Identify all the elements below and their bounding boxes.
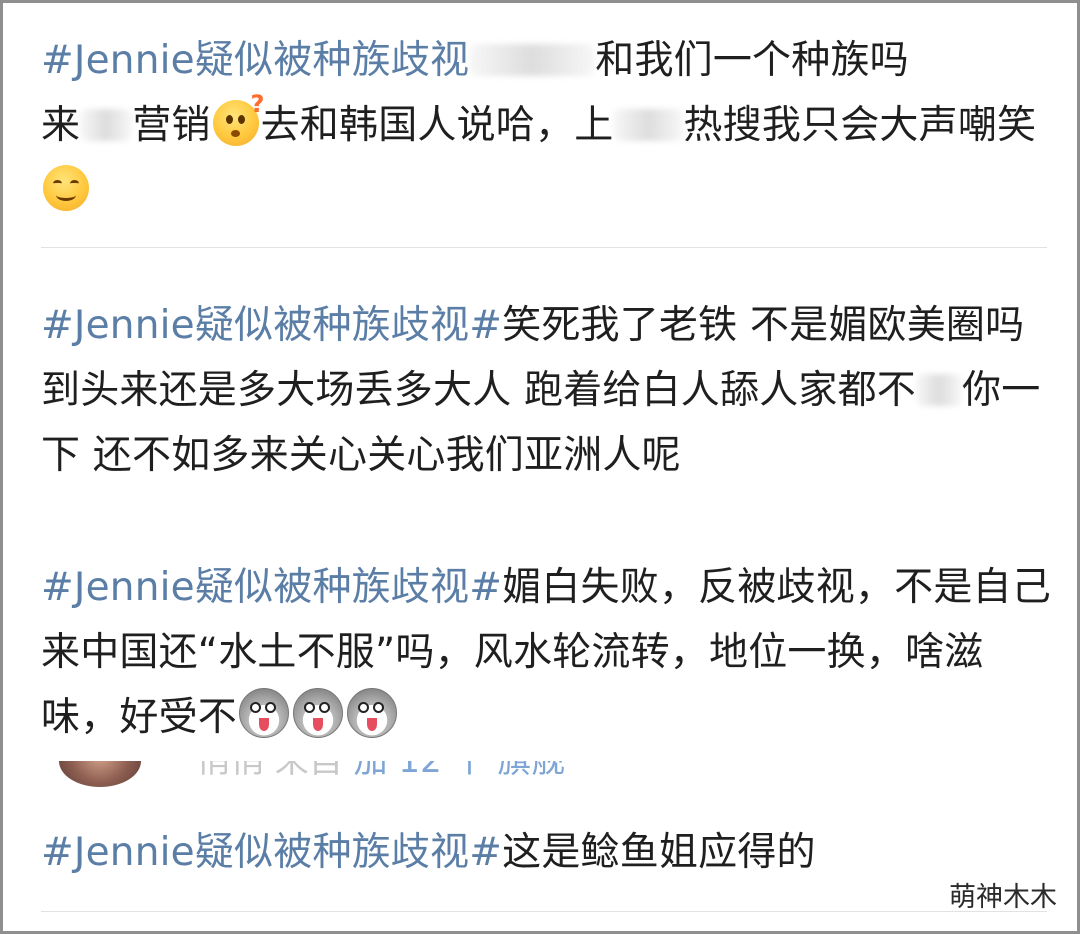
comment-text: 来 (41, 103, 81, 148)
screenshot-frame: #Jennie疑似被种族歧视 和我们一个种族吗 来 营销? 去和韩国人说哈，上 热搜我只… (0, 0, 1080, 934)
comment-2: #Jennie疑似被种族歧视#笑死我了老铁 不是媚欧美圈吗 到头来还是多大场丢多… (41, 293, 1051, 488)
hashtag-link[interactable]: #Jennie疑似被种族歧视# (41, 303, 502, 348)
comment-text: 营销 (132, 103, 211, 148)
cut-off-user-row: 悄悄 来自 加 12 个 旗舰 (41, 761, 1041, 791)
confused-face-icon: ? (212, 92, 264, 146)
blurred-text (80, 109, 133, 141)
comment-text: 热搜我只会大声嘲笑 (683, 103, 1037, 148)
comment-text: 去和韩国人说哈，上 (260, 103, 614, 148)
watermark: 萌神木木 (949, 882, 1057, 913)
hashtag-link[interactable]: #Jennie疑似被种族歧视# (41, 565, 502, 610)
divider (41, 911, 1047, 912)
divider (41, 247, 1047, 248)
hashtag-link[interactable]: #Jennie疑似被种族歧视 (41, 38, 469, 83)
comment-text: 和我们一个种族吗 (595, 38, 909, 83)
avatar (59, 761, 141, 787)
comment-3: #Jennie疑似被种族歧视#媚白失败，反被歧视，不是自己来中国还“水土不服”吗… (41, 555, 1051, 750)
smile-face-icon (43, 165, 89, 211)
hashtag-link[interactable]: #Jennie疑似被种族歧视# (41, 830, 502, 875)
husky-dog-icon (347, 688, 398, 738)
user-meta-text: 悄悄 来自 加 12 个 旗舰 (196, 761, 566, 781)
comment-4: #Jennie疑似被种族歧视#这是鲶鱼姐应得的 (41, 820, 1051, 885)
husky-dog-icon (293, 688, 344, 738)
husky-dog-icon (239, 688, 290, 738)
blurred-text (916, 374, 962, 406)
blurred-text (469, 44, 596, 76)
comment-1: #Jennie疑似被种族歧视 和我们一个种族吗 来 营销? 去和韩国人说哈，上 热搜我只… (41, 28, 1051, 223)
blurred-text (613, 109, 684, 141)
comment-text: 这是鲶鱼姐应得的 (502, 830, 816, 875)
